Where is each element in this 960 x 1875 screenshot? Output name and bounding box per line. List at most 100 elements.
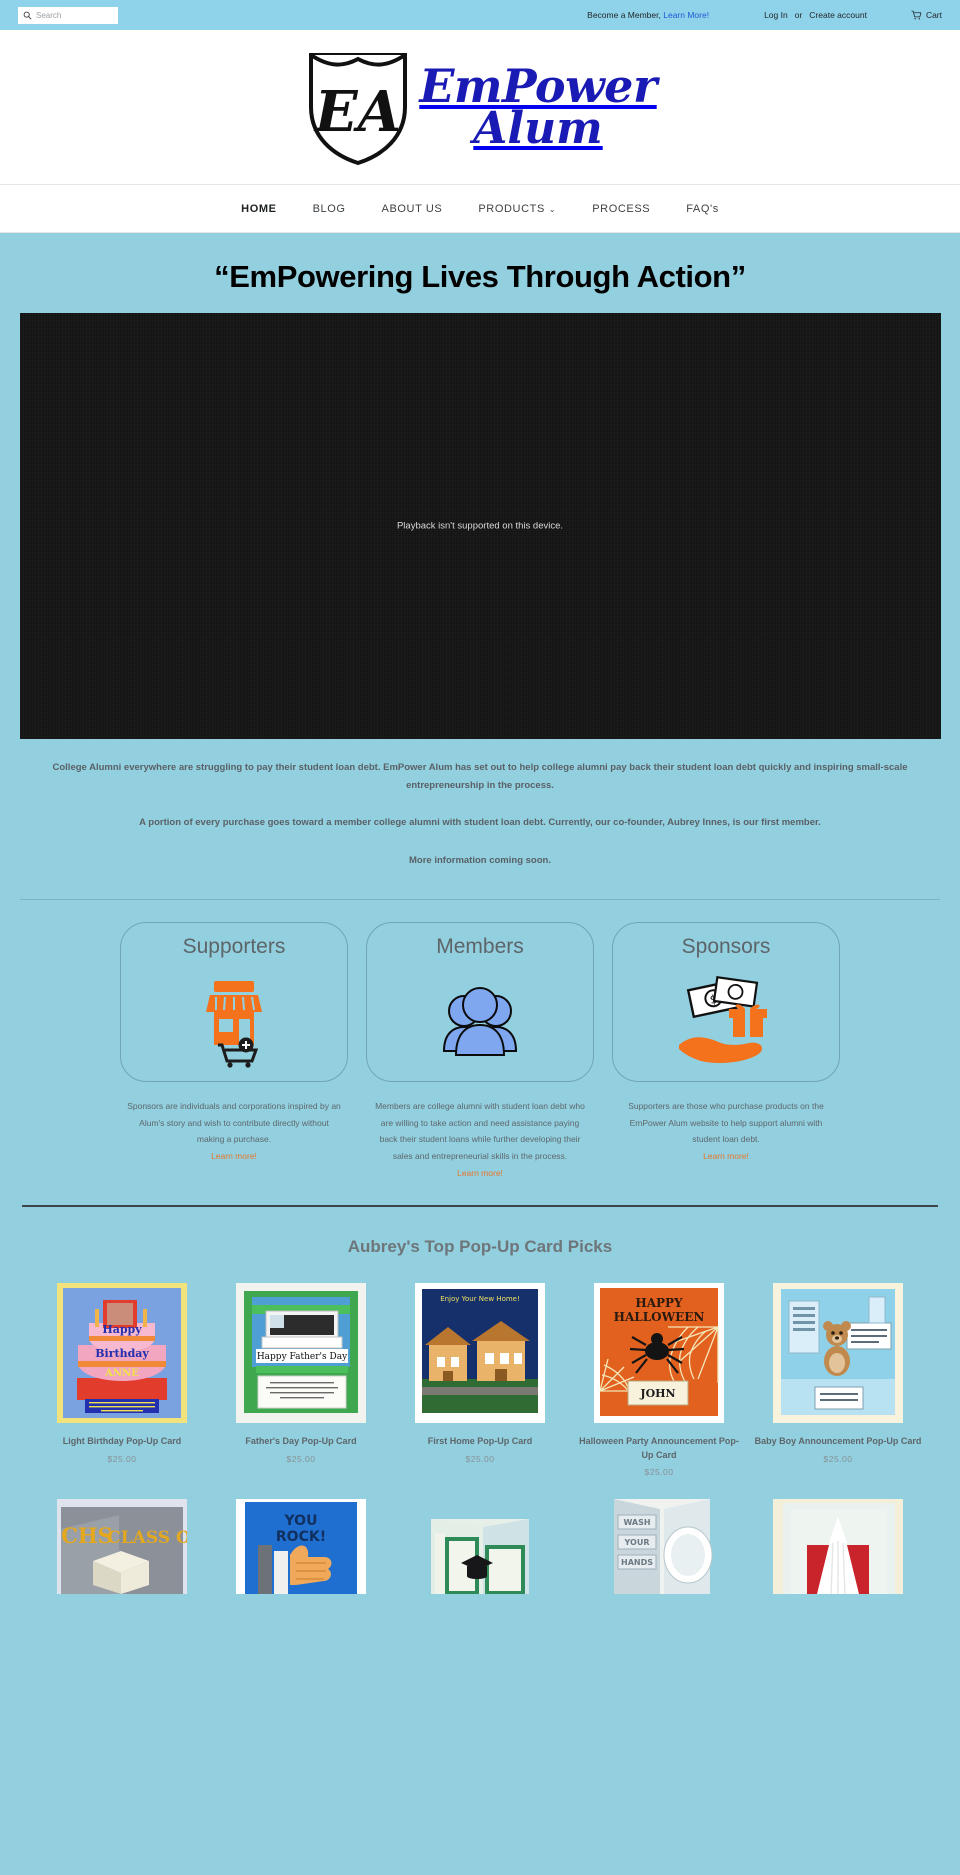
intro-paragraph-2: A portion of every purchase goes toward … <box>139 817 821 829</box>
product-name: Father's Day Pop-Up Card <box>245 1436 357 1447</box>
role-title-members: Members <box>436 935 524 959</box>
logo-line-2: Alum <box>473 102 603 154</box>
role-title-sponsors: Sponsors <box>681 935 771 959</box>
product-card[interactable]: CHS CLASS OF <box>38 1499 206 1595</box>
product-card[interactable]: WASH YOUR HANDS <box>575 1499 743 1595</box>
svg-text:ANNE: ANNE <box>104 1368 139 1379</box>
products-heading: Aubrey's Top Pop-Up Card Picks <box>347 1237 613 1257</box>
logo-header: EA EmPower Alum <box>0 30 960 185</box>
nav-item-home-label: HOME <box>241 202 277 215</box>
shopping-cart-icon <box>911 10 922 20</box>
auth-links: Log In or Create account <box>764 10 867 20</box>
money-gift-hand-icon: $ <box>671 963 781 1081</box>
svg-text:CLASS OF: CLASS OF <box>107 1528 187 1548</box>
product-name: Light Birthday Pop-Up Card <box>62 1436 182 1447</box>
product-card[interactable]: Enjoy Your New Home! First Home Pop-Up C… <box>396 1283 564 1477</box>
learn-more-link[interactable]: Learn More! <box>663 10 709 20</box>
hero-section: “EmPowering Lives Through Action” Playba… <box>0 233 960 739</box>
wash-your-hands-popup-card-image: WASH YOUR HANDS <box>575 1499 743 1595</box>
nav-item-about-us[interactable]: ABOUT US <box>364 203 461 215</box>
first-home-house-popup-card-image: Enjoy Your New Home! <box>396 1283 564 1424</box>
role-column-sponsors: Sponsors $ <box>612 922 840 1164</box>
product-price: $25.00 <box>286 1453 316 1464</box>
video-player[interactable]: Playback isn't supported on this device. <box>19 313 941 739</box>
product-price: $25.00 <box>107 1453 137 1464</box>
page-title: “EmPowering Lives Through Action” <box>214 259 746 294</box>
search-icon <box>23 11 32 19</box>
product-price: $25.00 <box>644 1467 674 1478</box>
intro-paragraph-3: More information coming soon. <box>409 854 551 866</box>
svg-text:CHS: CHS <box>61 1523 113 1548</box>
site-logo[interactable]: EA EmPower Alum <box>303 45 657 170</box>
svg-text:JOHN: JOHN <box>639 1387 675 1400</box>
nav-item-faqs[interactable]: FAQ's <box>668 203 737 215</box>
role-description-supporters: Sponsors are individuals and corporation… <box>120 1082 348 1164</box>
product-name: Halloween Party Announcement Pop-Up Card <box>579 1436 739 1460</box>
video-unsupported-message: Playback isn't supported on this device. <box>396 520 564 532</box>
role-column-members: Members Members are college alumni with … <box>366 922 594 1181</box>
top-utility-bar: Become a Member, Learn More! Log In or C… <box>0 0 960 30</box>
role-learn-more-members[interactable]: Learn more! <box>457 1168 503 1178</box>
storefront-add-to-cart-icon <box>188 963 280 1081</box>
nav-item-process-label: PROCESS <box>592 202 651 215</box>
cart-label: Cart <box>925 10 942 20</box>
you-rock-thumbs-up-popup-card-image: YOU ROCK! <box>217 1499 385 1595</box>
log-in-link[interactable]: Log In <box>764 10 788 20</box>
role-learn-more-sponsors[interactable]: Learn more! <box>703 1151 749 1161</box>
product-name: Baby Boy Announcement Pop-Up Card <box>754 1436 922 1447</box>
nav-item-products-label: PRODUCTS <box>478 202 545 215</box>
svg-text:Happy: Happy <box>102 1323 142 1336</box>
product-card[interactable]: Happy Father's Day Father's Day Pop-Up C… <box>217 1283 385 1477</box>
wedding-dress-popup-card-image <box>754 1499 922 1595</box>
chs-class-of-graduation-popup-card-image: CHS CLASS OF <box>38 1499 206 1595</box>
birthday-cake-popup-card-image: Happy Birthday ANNE <box>38 1283 206 1424</box>
role-title-supporters: Supporters <box>182 935 286 959</box>
nav-item-faqs-label: FAQ's <box>686 202 719 215</box>
group-of-people-icon <box>434 963 526 1081</box>
role-desc-text-sponsors: Supporters are those who purchase produc… <box>628 1101 824 1145</box>
svg-text:Enjoy Your New Home!: Enjoy Your New Home! <box>440 1295 520 1303</box>
shield-monogram-icon: EA <box>309 52 408 165</box>
product-card[interactable]: YOU ROCK! <box>217 1499 385 1595</box>
nav-item-blog[interactable]: BLOG <box>295 203 364 215</box>
nav-item-home[interactable]: HOME <box>223 203 294 215</box>
role-learn-more-supporters[interactable]: Learn more! <box>211 1151 257 1161</box>
role-card-members[interactable]: Members <box>366 922 594 1083</box>
svg-text:Birthday: Birthday <box>95 1347 149 1360</box>
product-card[interactable] <box>396 1499 564 1595</box>
role-card-supporters[interactable]: Supporters <box>120 922 348 1083</box>
svg-text:YOU: YOU <box>284 1513 318 1529</box>
product-card[interactable]: HAPPY HALLOWEEN JOHN Halloween Party Ann… <box>575 1283 743 1477</box>
svg-text:EA: EA <box>313 79 401 145</box>
product-card[interactable] <box>754 1499 922 1595</box>
role-description-sponsors: Supporters are those who purchase produc… <box>612 1082 840 1164</box>
product-grid-row-1: Happy Birthday ANNE Light Birthday Pop-U… <box>0 1283 960 1477</box>
nav-item-about-us-label: ABOUT US <box>381 202 443 215</box>
svg-text:YOUR: YOUR <box>624 1538 650 1547</box>
products-section: Aubrey's Top Pop-Up Card Picks Happy Bir… <box>0 1207 960 1595</box>
product-price: $25.00 <box>823 1453 853 1464</box>
auth-separator: or <box>794 10 803 20</box>
section-divider-thin <box>20 899 940 901</box>
cart-link[interactable]: Cart <box>911 10 942 21</box>
nav-item-process[interactable]: PROCESS <box>574 203 668 215</box>
role-card-sponsors[interactable]: Sponsors $ <box>612 922 840 1083</box>
create-account-link[interactable]: Create account <box>809 10 867 20</box>
product-card[interactable]: Baby Boy Announcement Pop-Up Card $25.00 <box>754 1283 922 1477</box>
search-box[interactable] <box>18 6 118 24</box>
nav-item-products[interactable]: PRODUCTS ⌄ <box>460 203 574 215</box>
role-column-supporters: Supporters Sponsors are individuals and … <box>120 922 348 1164</box>
logo-wordmark: EmPower Alum <box>419 58 657 154</box>
product-card[interactable]: Happy Birthday ANNE Light Birthday Pop-U… <box>38 1283 206 1477</box>
fathers-day-laptop-popup-card-image: Happy Father's Day <box>217 1283 385 1424</box>
product-grid-row-2: CHS CLASS OF YOU ROCK! <box>0 1499 960 1595</box>
logo-line-1: EmPower <box>419 58 657 113</box>
roles-section: Supporters Sponsors are individuals and … <box>0 922 960 1181</box>
svg-text:HANDS: HANDS <box>621 1558 653 1567</box>
halloween-spider-web-popup-card-image: HAPPY HALLOWEEN JOHN <box>575 1283 743 1424</box>
product-price: $25.00 <box>465 1453 495 1464</box>
role-desc-text-supporters: Sponsors are individuals and corporation… <box>127 1101 341 1145</box>
product-name: First Home Pop-Up Card <box>427 1436 533 1447</box>
search-input[interactable] <box>36 10 113 20</box>
svg-text:HAPPY: HAPPY <box>635 1296 683 1310</box>
